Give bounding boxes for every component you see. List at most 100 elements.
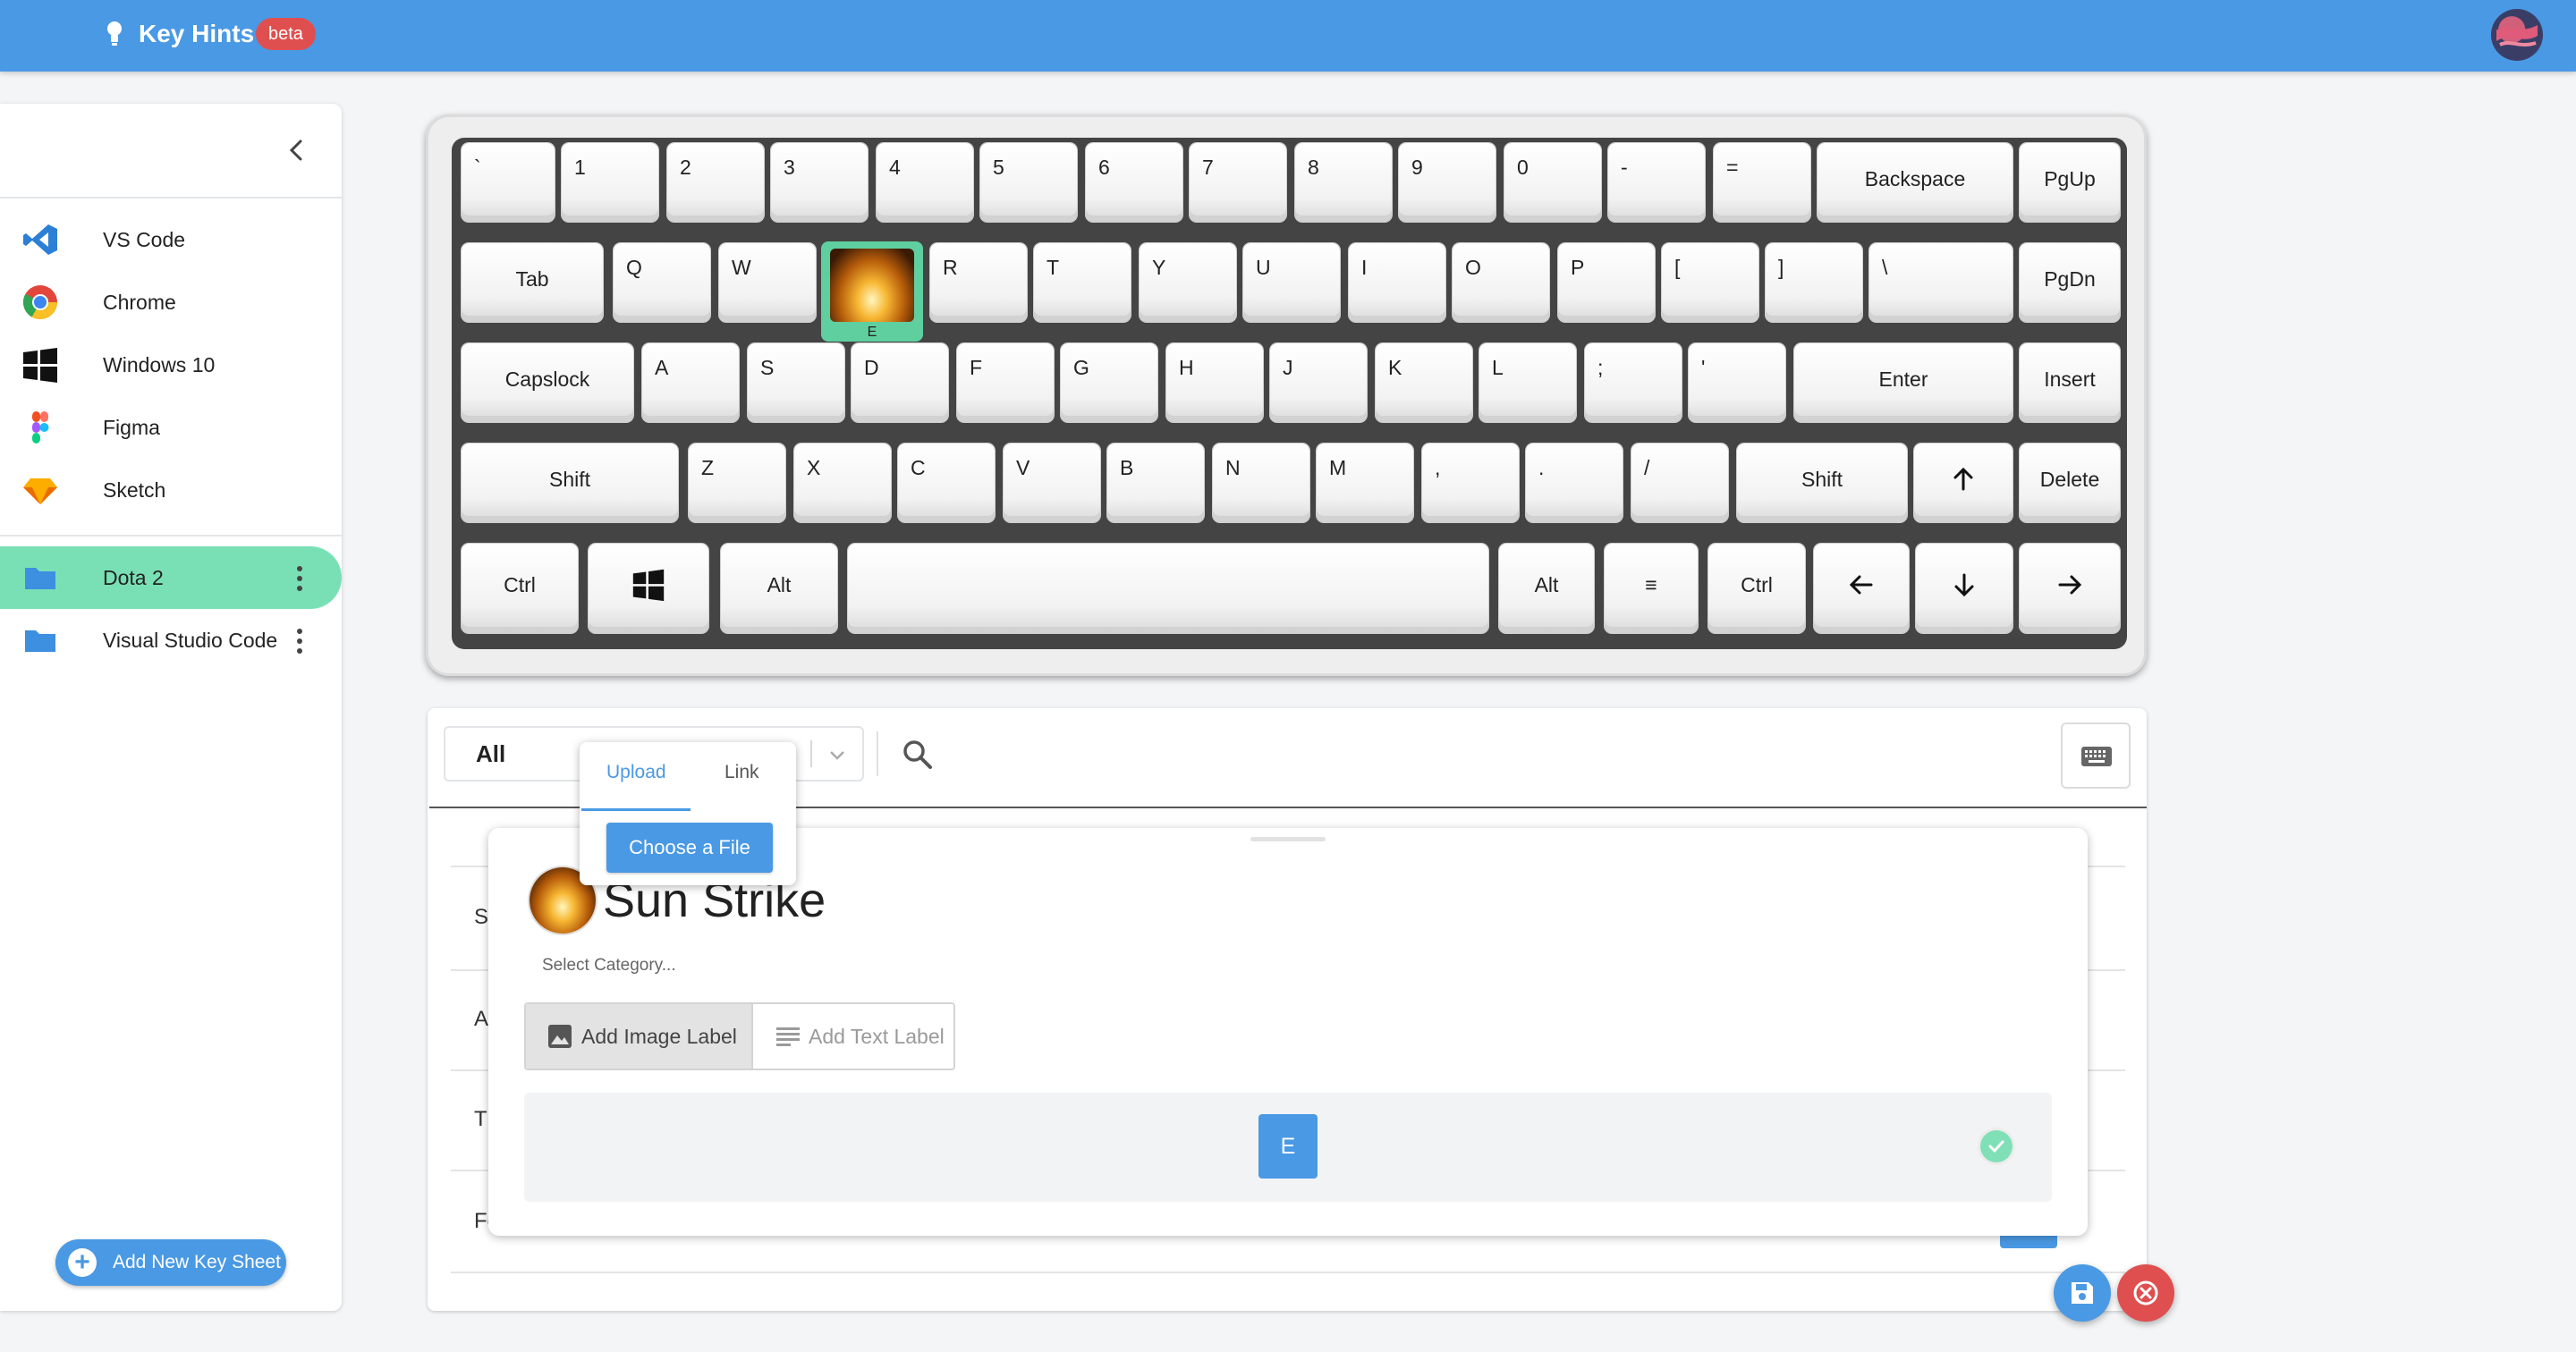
key-right-shift[interactable]: Shift [1737, 444, 1907, 522]
key-m[interactable]: M [1317, 444, 1413, 522]
key-capslock[interactable]: Capslock [462, 343, 633, 422]
key-e-highlighted[interactable]: E [821, 241, 923, 342]
sidebar-item-sketch[interactable]: Sketch [0, 459, 342, 521]
key-pgdn[interactable]: PgDn [2020, 243, 2120, 322]
key-windows[interactable] [589, 544, 708, 633]
more-vert-icon[interactable] [293, 627, 306, 655]
key-left-bracket[interactable]: [ [1662, 243, 1758, 322]
search-icon[interactable] [900, 737, 936, 773]
key-pgup[interactable]: PgUp [2020, 143, 2120, 222]
key-period[interactable]: . [1526, 444, 1623, 522]
chevron-left-icon[interactable] [283, 134, 309, 166]
key-menu[interactable]: ≡ [1605, 544, 1698, 633]
sidebar-item-chrome[interactable]: Chrome [0, 271, 342, 334]
key-7[interactable]: 7 [1190, 143, 1286, 222]
key-arrow-right[interactable] [2020, 544, 2120, 633]
key-right-ctrl[interactable]: Ctrl [1708, 544, 1805, 633]
key-arrow-down[interactable] [1916, 544, 2012, 633]
add-image-label-button[interactable]: Add Image Label [526, 1004, 753, 1069]
key-equals[interactable]: = [1714, 143, 1810, 222]
tab-link[interactable]: Link [724, 758, 759, 787]
key-n[interactable]: N [1213, 444, 1309, 522]
key-enter[interactable]: Enter [1794, 343, 2012, 422]
key-p[interactable]: P [1558, 243, 1655, 322]
key-semicolon[interactable]: ; [1585, 343, 1682, 422]
key-backtick[interactable]: ` [462, 143, 555, 222]
cancel-button[interactable] [2117, 1264, 2174, 1322]
sidebar-item-vs-code[interactable]: VS Code [0, 208, 342, 271]
key-9[interactable]: 9 [1399, 143, 1496, 222]
key-arrow-up[interactable] [1914, 444, 2012, 522]
key-5[interactable]: 5 [980, 143, 1077, 222]
key-s[interactable]: S [748, 343, 844, 422]
key-backslash[interactable]: \ [1869, 243, 2012, 322]
key-1[interactable]: 1 [562, 143, 658, 222]
key-quote[interactable]: ' [1689, 343, 1785, 422]
key-6[interactable]: 6 [1086, 143, 1182, 222]
key-backspace[interactable]: Backspace [1818, 143, 2012, 222]
key-z[interactable]: Z [689, 444, 785, 522]
key-g[interactable]: G [1061, 343, 1157, 422]
key-left-alt[interactable]: Alt [721, 544, 837, 633]
key-4[interactable]: 4 [877, 143, 973, 222]
key-y[interactable]: Y [1140, 243, 1236, 322]
add-new-key-sheet-button[interactable]: + Add New Key Sheet [55, 1239, 286, 1286]
sidebar-item-windows-10[interactable]: Windows 10 [0, 334, 342, 396]
windows-icon [23, 348, 57, 383]
key-right-alt[interactable]: Alt [1499, 544, 1594, 633]
key-t[interactable]: T [1034, 243, 1131, 322]
sidebar-item-visual-studio-code[interactable]: Visual Studio Code [0, 609, 342, 672]
save-button[interactable] [2054, 1264, 2111, 1322]
key-u[interactable]: U [1243, 243, 1340, 322]
search-separator [877, 731, 878, 776]
more-vert-icon[interactable] [293, 564, 306, 593]
key-b[interactable]: B [1107, 444, 1204, 522]
key-tab[interactable]: Tab [462, 243, 603, 322]
key-label: 4 [889, 156, 901, 179]
user-avatar[interactable] [2491, 9, 2543, 61]
list-item[interactable]: T [474, 1107, 487, 1132]
key-v[interactable]: V [1004, 444, 1100, 522]
key-left-shift[interactable]: Shift [462, 444, 678, 522]
key-k[interactable]: K [1376, 343, 1472, 422]
key-label: T [1046, 256, 1060, 279]
list-item[interactable]: S [474, 905, 488, 930]
key-left-ctrl[interactable]: Ctrl [462, 544, 578, 633]
key-0[interactable]: 0 [1504, 143, 1601, 222]
keyboard-toggle-button[interactable] [2061, 722, 2131, 789]
key-r[interactable]: R [930, 243, 1027, 322]
key-8[interactable]: 8 [1295, 143, 1392, 222]
key-c[interactable]: C [898, 444, 995, 522]
sidebar-item-dota-2[interactable]: Dota 2 [0, 546, 342, 609]
tab-upload[interactable]: Upload [606, 758, 666, 787]
key-a[interactable]: A [642, 343, 739, 422]
key-comma[interactable]: , [1422, 444, 1519, 522]
bound-key-chip[interactable]: E [1258, 1114, 1318, 1179]
key-d[interactable]: D [852, 343, 948, 422]
key-label: 7 [1202, 156, 1214, 179]
key-minus[interactable]: - [1608, 143, 1705, 222]
key-w[interactable]: W [719, 243, 816, 322]
key-o[interactable]: O [1453, 243, 1549, 322]
key-f[interactable]: F [957, 343, 1054, 422]
key-slash[interactable]: / [1631, 444, 1728, 522]
key-i[interactable]: I [1349, 243, 1445, 322]
key-insert[interactable]: Insert [2020, 343, 2120, 422]
key-l[interactable]: L [1479, 343, 1576, 422]
key-h[interactable]: H [1166, 343, 1263, 422]
choose-file-button[interactable]: Choose a File [606, 823, 773, 873]
key-right-bracket[interactable]: ] [1766, 243, 1862, 322]
add-text-label-button[interactable]: Add Text Label [753, 1004, 953, 1069]
key-2[interactable]: 2 [667, 143, 764, 222]
key-space[interactable] [848, 544, 1488, 633]
list-item[interactable]: A [474, 1007, 488, 1032]
key-arrow-left[interactable] [1814, 544, 1909, 633]
key-q[interactable]: Q [614, 243, 710, 322]
key-3[interactable]: 3 [771, 143, 868, 222]
drag-handle[interactable] [1250, 837, 1326, 841]
sidebar-item-figma[interactable]: Figma [0, 396, 342, 459]
key-delete[interactable]: Delete [2020, 444, 2120, 522]
category-select[interactable]: Select Category... [542, 953, 676, 978]
key-j[interactable]: J [1270, 343, 1367, 422]
key-x[interactable]: X [794, 444, 891, 522]
